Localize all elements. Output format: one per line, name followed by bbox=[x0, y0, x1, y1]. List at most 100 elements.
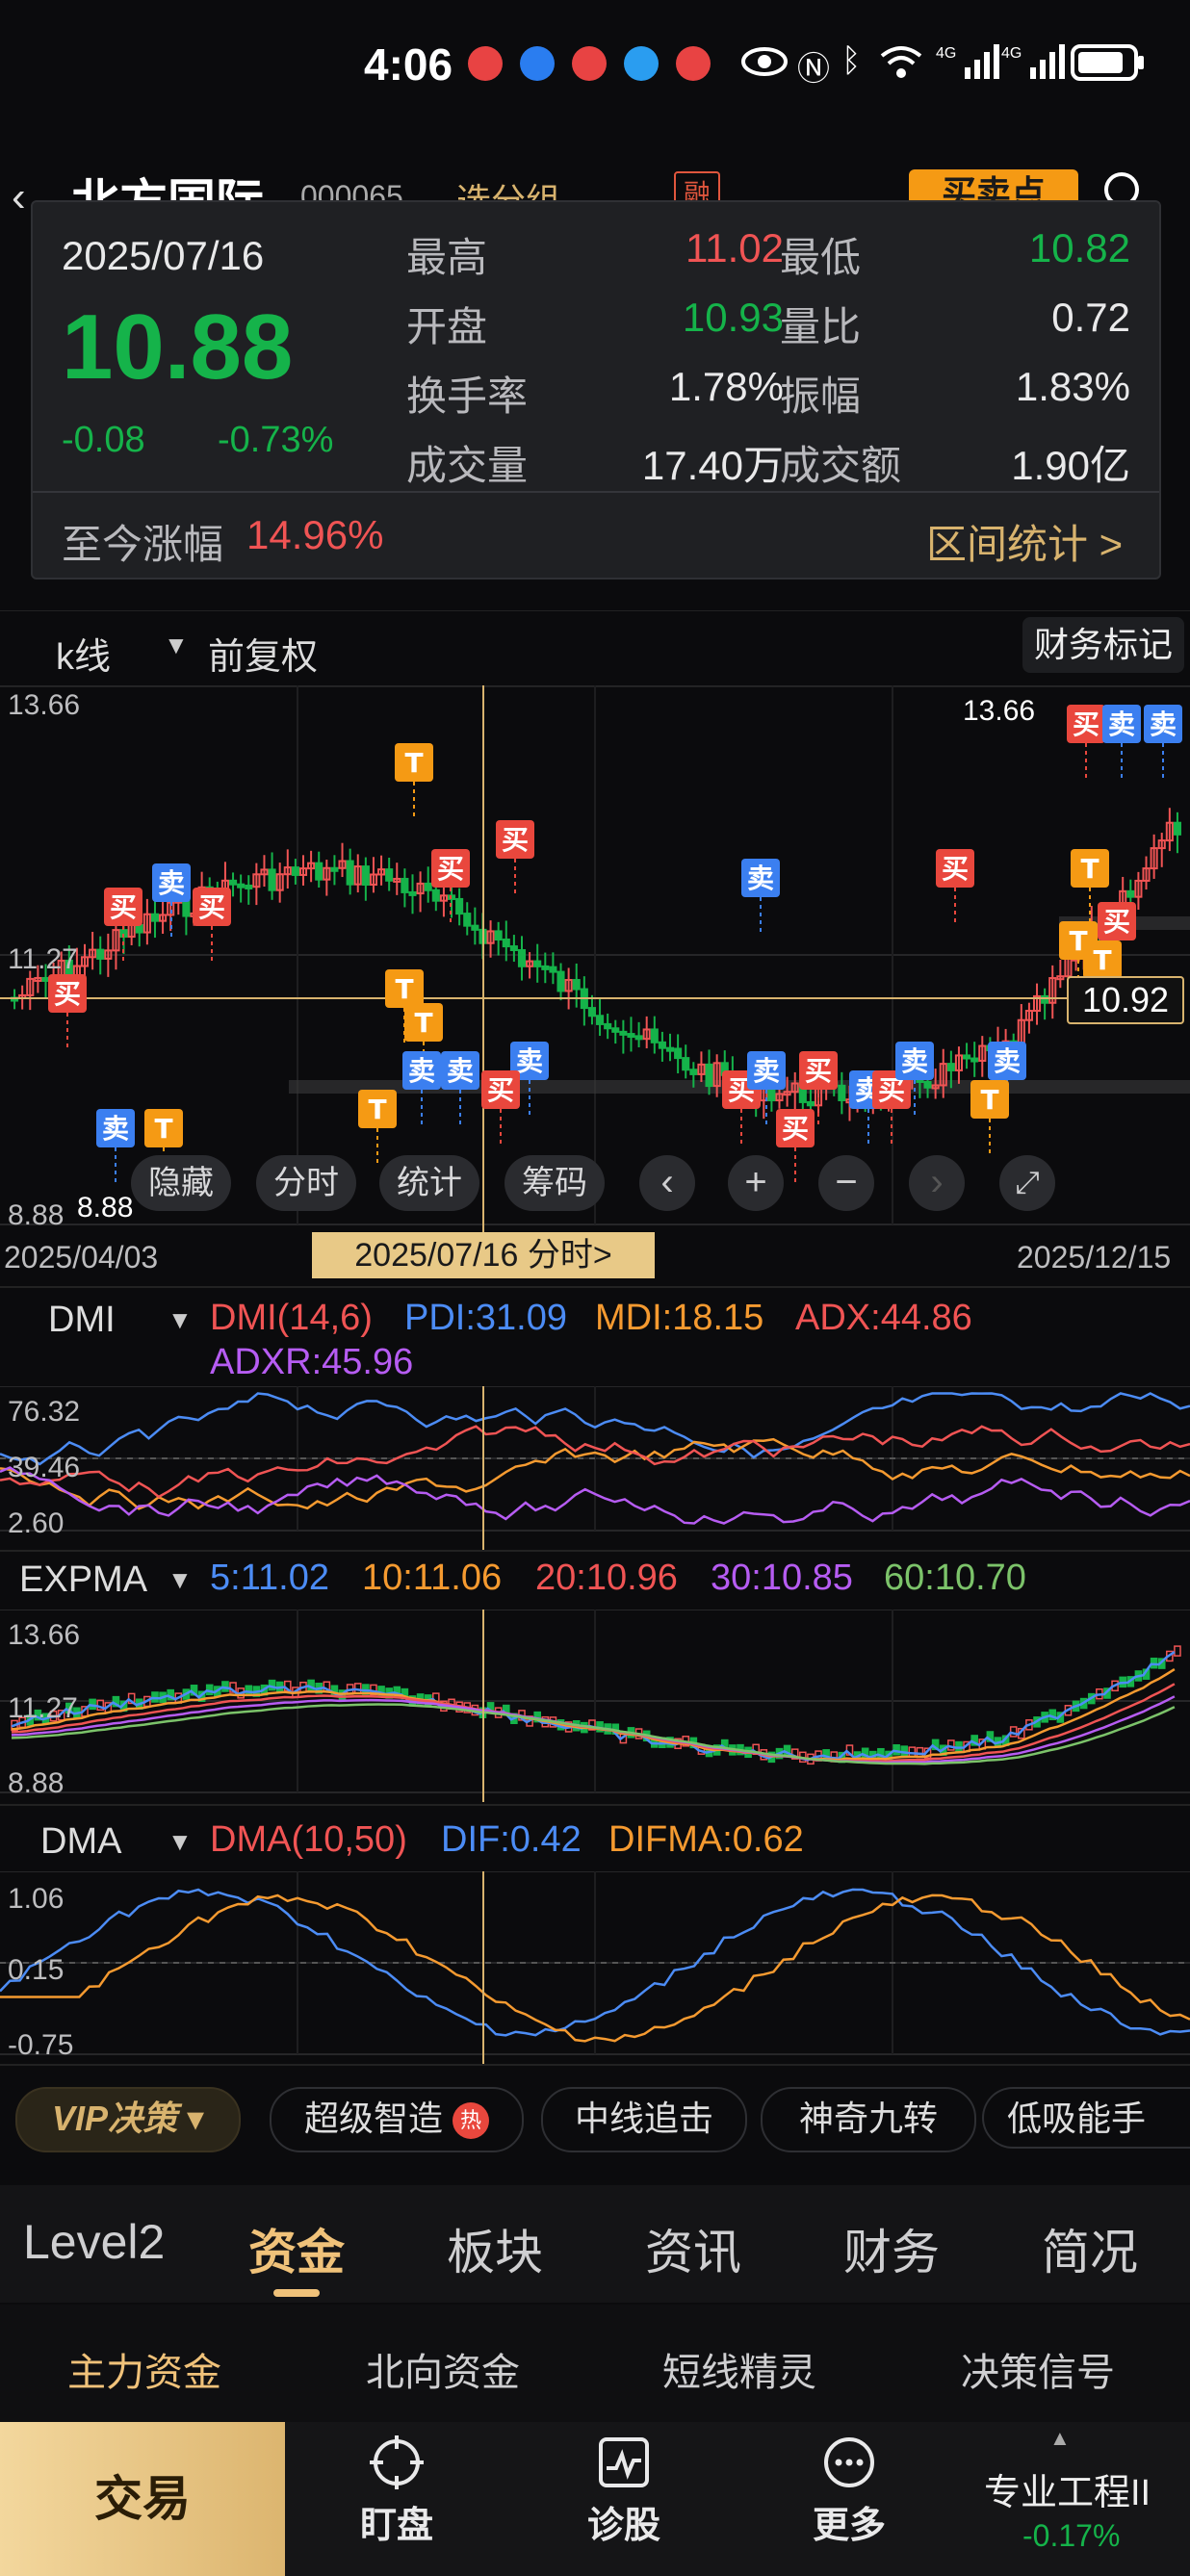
expma-10: 10:11.06 bbox=[362, 1558, 503, 1598]
tab-level2[interactable]: Level2 bbox=[23, 2214, 165, 2270]
signal-tag-label: T bbox=[980, 1084, 998, 1116]
diagnose-nav[interactable]: 诊股 bbox=[528, 2426, 720, 2548]
candle bbox=[471, 924, 479, 931]
tab-profile[interactable]: 简况 bbox=[1042, 2214, 1138, 2283]
signal-tag-label: T bbox=[368, 1094, 386, 1125]
expma-5: 5:11.02 bbox=[210, 1558, 329, 1598]
more-dots-icon bbox=[824, 2437, 874, 2487]
signal-tag-label: T bbox=[404, 747, 423, 779]
back-arrow-icon[interactable]: ‹ bbox=[12, 173, 26, 221]
tab-finance[interactable]: 财务 bbox=[843, 2214, 940, 2283]
tab-news[interactable]: 资讯 bbox=[645, 2214, 741, 2283]
candle bbox=[1174, 1645, 1181, 1657]
battery-icon bbox=[1071, 44, 1144, 81]
chevron-up-icon: ▲ bbox=[1049, 2426, 1071, 2450]
volume-label: 成交量 bbox=[406, 443, 529, 488]
feature-low-buy[interactable]: 低吸能手 bbox=[982, 2087, 1190, 2149]
stats-button[interactable]: 统计 bbox=[379, 1155, 479, 1211]
finance-mark-button[interactable]: 财务标记 bbox=[1022, 617, 1185, 673]
dmi-mdi: MDI:18.15 bbox=[595, 1298, 764, 1338]
open-value: 10.93 bbox=[682, 295, 784, 340]
signal-tag-label: 买 bbox=[110, 891, 137, 923]
dma-dif: DIF:0.42 bbox=[441, 1819, 582, 1860]
dma-y-top: 1.06 bbox=[8, 1883, 65, 1915]
kline-toolbar: k线 ▼ 前复权 财务标记 bbox=[0, 610, 1190, 687]
signal-tag-label: 卖 bbox=[158, 867, 185, 899]
candle bbox=[674, 1047, 683, 1060]
dma-difma: DIFMA:0.62 bbox=[608, 1819, 804, 1860]
candle bbox=[228, 879, 238, 886]
kline-type-selector[interactable]: k线 bbox=[56, 627, 111, 680]
more-nav[interactable]: 更多 bbox=[753, 2426, 945, 2548]
fullscreen-icon[interactable]: ⤢ bbox=[999, 1155, 1055, 1211]
candle bbox=[923, 1080, 932, 1089]
candle bbox=[245, 884, 253, 889]
bluetooth-icon: ᛒ bbox=[841, 42, 862, 79]
amount-label: 成交额 bbox=[780, 443, 902, 488]
timeshare-button[interactable]: 分时 bbox=[256, 1155, 356, 1211]
candle bbox=[587, 1007, 596, 1018]
signal-tag-label: 卖 bbox=[516, 1045, 543, 1077]
candle bbox=[596, 1015, 605, 1025]
app-notification-icon bbox=[676, 46, 711, 81]
dma-y-bottom: -0.75 bbox=[8, 2029, 74, 2061]
zoom-out-icon[interactable]: − bbox=[818, 1155, 874, 1211]
open-label: 开盘 bbox=[406, 304, 488, 349]
candle bbox=[634, 1035, 643, 1041]
dmi-y-bottom: 2.60 bbox=[8, 1507, 65, 1539]
candle bbox=[604, 1022, 612, 1030]
candle bbox=[385, 868, 394, 882]
signal-tag-label: 卖 bbox=[1108, 708, 1135, 740]
candle bbox=[330, 866, 339, 872]
expma-20: 20:10.96 bbox=[535, 1558, 678, 1598]
signal-tag-label: 卖 bbox=[994, 1045, 1021, 1077]
dma-selector[interactable]: DMA bbox=[40, 1821, 121, 1863]
dmi-selector[interactable]: DMI bbox=[48, 1300, 116, 1341]
candle bbox=[431, 889, 440, 902]
dma-chart[interactable] bbox=[0, 1871, 1190, 2064]
expma-selector[interactable]: EXPMA bbox=[19, 1559, 147, 1601]
candle bbox=[533, 960, 542, 967]
feature-magic-nine[interactable]: 神奇九转 bbox=[761, 2087, 976, 2152]
signal-4g-icon: 4G bbox=[1001, 44, 1065, 79]
chips-button[interactable]: 筹码 bbox=[504, 1155, 605, 1211]
subtab-northbound[interactable]: 北向资金 bbox=[366, 2341, 520, 2397]
candle bbox=[494, 930, 503, 940]
hide-button[interactable]: 隐藏 bbox=[131, 1155, 231, 1211]
expma-60: 60:10.70 bbox=[884, 1558, 1026, 1598]
dmi-param: DMI(14,6) bbox=[210, 1298, 373, 1338]
tab-funds[interactable]: 资金 bbox=[248, 2214, 345, 2283]
signal-tag-label: 买 bbox=[1103, 906, 1130, 938]
dmi-chart[interactable] bbox=[0, 1386, 1190, 1550]
crosshair-price-label: 10.92 bbox=[1067, 976, 1184, 1024]
signal-tag-label: T bbox=[414, 1007, 432, 1039]
watch-nav[interactable]: 盯盘 bbox=[300, 2426, 493, 2548]
subtab-main-funds[interactable]: 主力资金 bbox=[67, 2341, 221, 2397]
signal-tag-label: 买 bbox=[942, 853, 969, 885]
volume-value: 17.40万 bbox=[641, 443, 784, 488]
expma-chart[interactable] bbox=[0, 1610, 1190, 1802]
signal-tag-label: 卖 bbox=[102, 1113, 129, 1145]
crosshair-date-button[interactable]: 2025/07/16 分时> bbox=[312, 1232, 655, 1278]
subtab-short-spirit[interactable]: 短线精灵 bbox=[662, 2341, 816, 2397]
signal-tag-label: 买 bbox=[502, 824, 529, 856]
signal-tag-label: 买 bbox=[782, 1113, 809, 1145]
adjust-selector[interactable]: 前复权 bbox=[208, 627, 318, 680]
chevron-left-icon[interactable]: ‹ bbox=[639, 1155, 695, 1211]
candle bbox=[502, 938, 510, 948]
candle bbox=[682, 1057, 690, 1071]
candle bbox=[556, 970, 565, 992]
vip-decision-button[interactable]: VIP决策 ▾ bbox=[15, 2087, 241, 2152]
zoom-in-icon[interactable]: + bbox=[728, 1155, 784, 1211]
candle bbox=[291, 866, 299, 876]
chevron-right-icon[interactable]: › bbox=[909, 1155, 965, 1211]
pro-engineering-index[interactable]: ▲ 专业工程II -0.17% bbox=[963, 2422, 1190, 2576]
feature-super-manufacture[interactable]: 超级智造 热 bbox=[270, 2087, 524, 2152]
range-stats-link[interactable]: 区间统计 > bbox=[926, 512, 1123, 571]
signal-tag-label: 卖 bbox=[1150, 708, 1177, 740]
tab-sectors[interactable]: 板块 bbox=[447, 2214, 543, 2283]
trade-button[interactable]: 交易 bbox=[0, 2422, 285, 2576]
feature-mid-chase[interactable]: 中线追击 bbox=[541, 2087, 747, 2152]
signal-tag-label: 卖 bbox=[408, 1055, 435, 1087]
subtab-decision-signal[interactable]: 决策信号 bbox=[961, 2341, 1115, 2397]
